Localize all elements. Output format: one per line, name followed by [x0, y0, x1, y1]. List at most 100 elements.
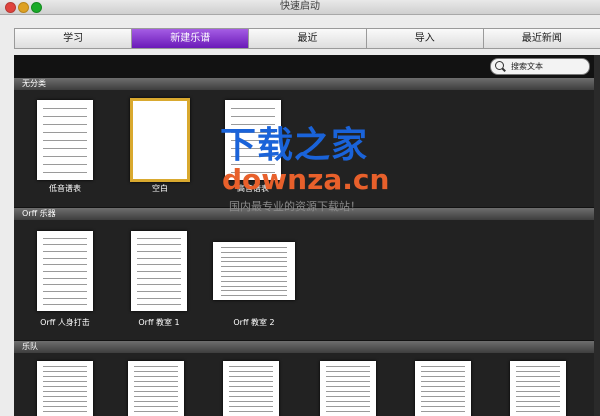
vertical-scrollbar[interactable]: [594, 55, 600, 416]
staff-line: [42, 411, 88, 412]
watermark-url: downza.cn: [222, 163, 390, 196]
template-thumbnail[interactable]: [37, 361, 93, 416]
tab-recent[interactable]: 最近: [249, 29, 367, 48]
staff-line: [515, 381, 561, 382]
staff-line: [228, 411, 274, 412]
staff-line: [42, 251, 88, 252]
staff-line: [42, 396, 88, 397]
template-label: Orff 人身打击: [40, 318, 90, 327]
staff-line: [42, 386, 88, 387]
staff-line: [228, 376, 274, 377]
staff-line: [515, 371, 561, 372]
staff-line: [420, 371, 466, 372]
staff-line: [420, 391, 466, 392]
staff-line: [42, 140, 88, 141]
staff-line: [42, 298, 88, 299]
staff-line: [221, 247, 287, 248]
section-header-band: 乐队: [14, 341, 600, 353]
staff-line: [136, 291, 182, 292]
staff-line: [42, 376, 88, 377]
staff-line: [325, 366, 371, 367]
watermark-slogan: 国内最专业的资源下载站！: [229, 200, 361, 213]
tab-recent-news[interactable]: 最近新闻: [484, 29, 600, 48]
staff-line: [221, 290, 287, 291]
staff-line: [133, 401, 179, 402]
template-label: 空白: [152, 184, 168, 193]
staff-line: [325, 411, 371, 412]
staff-line: [133, 376, 179, 377]
template-thumbnail[interactable]: [223, 361, 279, 416]
staff-line: [42, 406, 88, 407]
staff-line: [42, 238, 88, 239]
staff-line: [42, 244, 88, 245]
staff-line: [136, 298, 182, 299]
staff-line: [42, 304, 88, 305]
staff-line: [515, 406, 561, 407]
template-thumbnail[interactable]: [510, 361, 566, 416]
staff-line: [42, 371, 88, 372]
template-thumbnail[interactable]: [320, 361, 376, 416]
staff-line: [136, 251, 182, 252]
staff-line: [42, 132, 88, 133]
staff-line: [515, 411, 561, 412]
staff-line: [228, 366, 274, 367]
staff-line: [515, 386, 561, 387]
staff-line: [133, 406, 179, 407]
staff-line: [420, 386, 466, 387]
search-field[interactable]: 搜索文本: [490, 58, 590, 75]
section-header-uncategorized: 无分类: [14, 78, 600, 90]
staff-line: [221, 281, 287, 282]
staff-line: [420, 376, 466, 377]
quick-start-window: 快速启动 学习 新建乐谱 最近 导入 最近新闻 搜索文本 无分类 低音谱表 空白…: [0, 0, 600, 416]
staff-line: [221, 266, 287, 267]
staff-line: [42, 116, 88, 117]
staff-line: [221, 261, 287, 262]
staff-line: [136, 258, 182, 259]
staff-line: [42, 172, 88, 173]
staff-line: [420, 366, 466, 367]
section-body-band: [14, 353, 600, 416]
tab-new-score[interactable]: 新建乐谱: [132, 29, 250, 48]
section-body-orff: Orff 人身打击 Orff 教室 1 Orff 教室 2: [14, 220, 600, 340]
staff-line: [42, 264, 88, 265]
staff-line: [136, 238, 182, 239]
staff-line: [515, 376, 561, 377]
template-label: 低音谱表: [49, 184, 81, 193]
staff-line: [420, 411, 466, 412]
staff-line: [42, 401, 88, 402]
watermark-brand: 下载之家: [220, 125, 369, 166]
staff-line: [133, 366, 179, 367]
staff-line: [228, 391, 274, 392]
tab-bar: 学习 新建乐谱 最近 导入 最近新闻: [14, 28, 600, 49]
template-thumbnail[interactable]: [128, 361, 184, 416]
staff-line: [228, 406, 274, 407]
staff-line: [221, 252, 287, 253]
staff-line: [325, 406, 371, 407]
template-thumbnail[interactable]: [131, 231, 187, 311]
staff-line: [420, 406, 466, 407]
staff-line: [228, 381, 274, 382]
staff-line: [42, 366, 88, 367]
staff-line: [420, 381, 466, 382]
staff-line: [325, 386, 371, 387]
template-thumbnail[interactable]: [415, 361, 471, 416]
staff-line: [221, 257, 287, 258]
staff-line: [42, 164, 88, 165]
tab-learn[interactable]: 学习: [15, 29, 133, 48]
tab-import[interactable]: 导入: [367, 29, 484, 48]
staff-line: [221, 271, 287, 272]
staff-line: [133, 381, 179, 382]
staff-line: [228, 386, 274, 387]
staff-line: [228, 371, 274, 372]
template-browser: 搜索文本 无分类 低音谱表 空白 高音谱表 Orff 乐器 Orff 人身打击: [14, 55, 600, 416]
template-thumbnail[interactable]: [37, 100, 93, 180]
search-icon: [495, 61, 504, 70]
staff-line: [133, 386, 179, 387]
template-thumbnail-selected[interactable]: [130, 98, 190, 182]
template-thumbnail[interactable]: [37, 231, 93, 311]
staff-line: [420, 401, 466, 402]
staff-line: [42, 284, 88, 285]
template-thumbnail[interactable]: [213, 242, 295, 300]
staff-line: [325, 401, 371, 402]
staff-line: [42, 278, 88, 279]
